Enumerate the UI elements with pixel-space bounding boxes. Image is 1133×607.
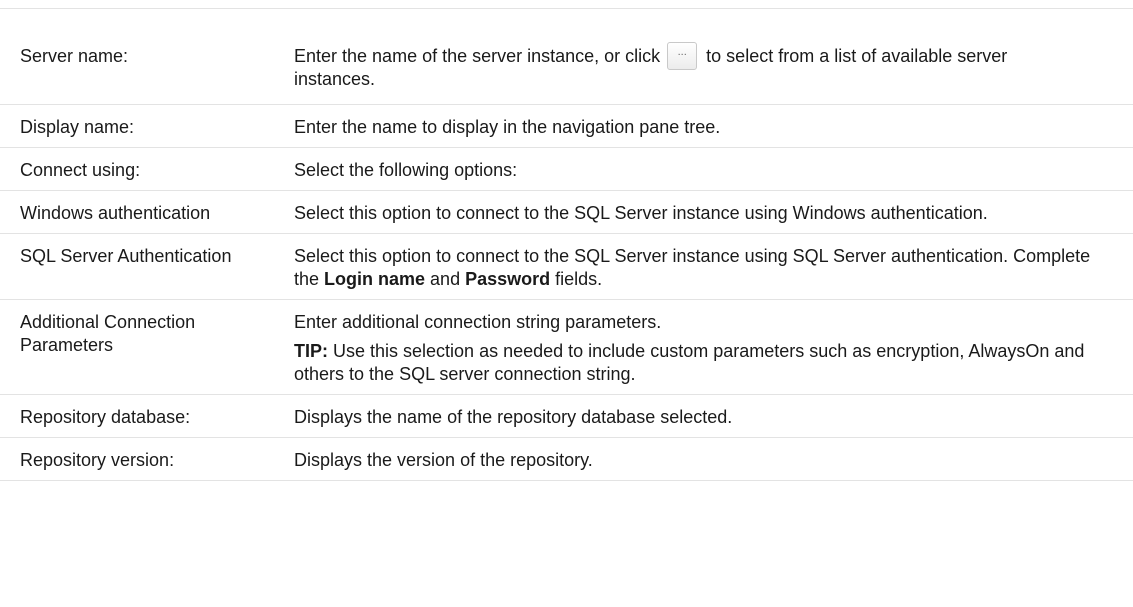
table-row-additional-params: Additional Connection Parameters Enter a… (0, 299, 1133, 395)
password-term: Password (465, 269, 551, 289)
row-label: Additional Connection Parameters (0, 299, 284, 395)
table-row-connect-using: Connect using: Select the following opti… (0, 147, 1133, 191)
row-label: Repository database: (0, 394, 284, 438)
row-description: Enter the name of the server instance, o… (284, 8, 1133, 105)
description-text: fields. (550, 269, 603, 289)
table-row-windows-auth: Windows authentication Select this optio… (0, 190, 1133, 234)
row-label: Windows authentication (0, 190, 284, 234)
description-text: Enter the name of the server instance, o… (294, 46, 666, 66)
row-description: Displays the version of the repository. (284, 437, 1133, 481)
row-description: Select this option to connect to the SQL… (284, 190, 1133, 234)
table-row-repository-database: Repository database: Displays the name o… (0, 394, 1133, 438)
row-description: Displays the name of the repository data… (284, 394, 1133, 438)
browse-button-illustration: ... (667, 42, 698, 70)
table-row-repository-version: Repository version: Displays the version… (0, 437, 1133, 481)
tip-label: TIP: (294, 341, 328, 361)
tip-paragraph: TIP: Use this selection as needed to inc… (294, 340, 1093, 386)
table-row-server-name: Server name: Enter the name of the serve… (0, 8, 1133, 105)
options-table: Server name: Enter the name of the serve… (0, 8, 1133, 481)
table-row-sql-server-auth: SQL Server Authentication Select this op… (0, 233, 1133, 300)
row-label: SQL Server Authentication (0, 233, 284, 300)
description-text: Enter additional connection string param… (294, 312, 662, 332)
row-description: Enter the name to display in the navigat… (284, 104, 1133, 148)
login-name-term: Login name (324, 269, 426, 289)
row-description: Enter additional connection string param… (284, 299, 1133, 395)
row-label: Server name: (0, 8, 284, 105)
table-row-display-name: Display name: Enter the name to display … (0, 104, 1133, 148)
description-text: and (425, 269, 466, 289)
row-label: Repository version: (0, 437, 284, 481)
row-label: Display name: (0, 104, 284, 148)
row-description: Select this option to connect to the SQL… (284, 233, 1133, 300)
row-label: Connect using: (0, 147, 284, 191)
row-description: Select the following options: (284, 147, 1133, 191)
tip-text: Use this selection as needed to include … (294, 341, 1085, 384)
